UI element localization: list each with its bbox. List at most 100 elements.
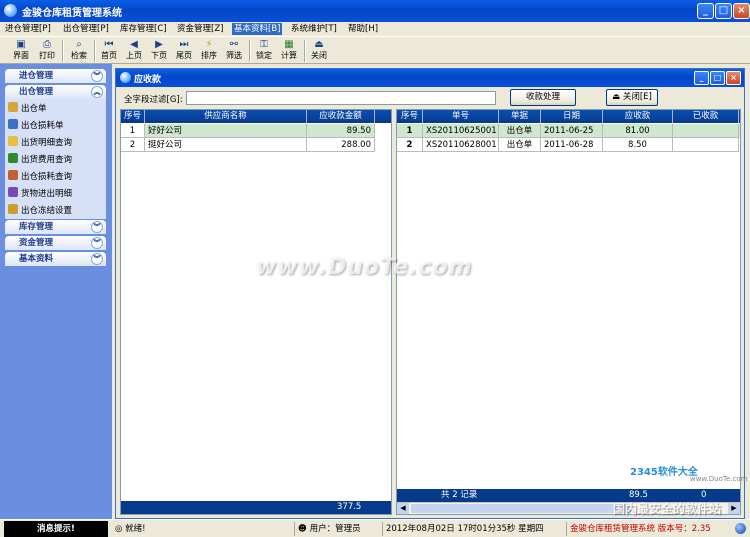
message-hint: 消息提示! [4, 521, 108, 537]
status-version: 金骏仓库租赁管理系统 版本号：2.35 [566, 522, 732, 536]
watermark-brand: 2345软件大全 [630, 467, 698, 478]
calculator-icon: ▦ [284, 39, 294, 50]
toolbar-window-button[interactable]: ▣ 界面 [8, 39, 34, 63]
sidebar-group-inventory[interactable]: 库存管理 ︾ [5, 220, 106, 234]
search-icon: ⌕ [76, 39, 82, 50]
report-icon [8, 170, 18, 180]
toolbar-lock-button[interactable]: ⚿ 锁定 [251, 39, 277, 63]
toolbar-search-button[interactable]: ⌕ 检索 [66, 39, 92, 63]
sidebar-item-loss-order[interactable]: 出仓损耗单 [8, 119, 64, 133]
toolbar-prev-button[interactable]: ◀ 上页 [121, 39, 147, 63]
chevron-up-icon: ︽ [91, 86, 103, 98]
filter-icon: ⚯ [229, 39, 239, 50]
close-door-icon: ⏏ [314, 39, 324, 50]
toolbar-print-button[interactable]: ⎙ 打印 [34, 39, 60, 63]
list-icon [8, 136, 18, 146]
last-page-icon: ⏭ [179, 39, 189, 50]
menu-system[interactable]: 系统维护[T] [289, 23, 339, 35]
close-button[interactable]: × [733, 3, 750, 19]
menu-help[interactable]: 帮助[H] [346, 23, 380, 35]
sidebar-group-basic-data[interactable]: 基本资料 ︾ [5, 252, 106, 266]
settings-icon [8, 204, 18, 214]
folder-icon [8, 102, 18, 112]
close-door-icon: ⏏ [612, 92, 621, 102]
printer-icon: ⎙ [43, 39, 51, 50]
sort-icon: ⚡ [205, 39, 213, 50]
watermark-tagline: 国内最安全的软件站 [613, 502, 722, 516]
supplier-grid: 序号 供应商名称 应收款金额 1 好好公司 89.50 2 挺好公司 288.0… [120, 109, 392, 515]
menu-inbound[interactable]: 进仓管理[P] [3, 23, 53, 35]
receivables-grid-header: 序号 单号 单据 日期 应收款 已收款 [397, 110, 740, 123]
status-user: ☻ 用户：管理员 [294, 522, 380, 536]
close-window-button[interactable]: ⏏ 关闭[E] [606, 89, 658, 106]
sidebar-item-detail-query[interactable]: 出货明细查询 [8, 136, 72, 150]
toolbar-last-button[interactable]: ⏭ 尾页 [171, 39, 197, 63]
window-icon: ▣ [16, 39, 26, 50]
child-minimize-button[interactable]: _ [694, 71, 709, 85]
toolbar-calc-button[interactable]: ▦ 计算 [276, 39, 302, 63]
minimize-button[interactable]: _ [697, 3, 714, 19]
toolbar-filter-button[interactable]: ⚯ 筛选 [221, 39, 247, 63]
menu-bar: 进仓管理[P] 出仓管理[P] 库存管理[C] 资金管理[Z] 基本资料[B] … [0, 22, 750, 36]
status-ready: ◎ 就绪! [115, 524, 146, 534]
supplier-total: 377.5 [337, 502, 362, 512]
next-page-icon: ▶ [155, 39, 163, 50]
globe-icon [735, 523, 746, 534]
maximize-button[interactable]: □ [715, 3, 732, 19]
scroll-right-icon[interactable]: ▶ [728, 503, 740, 514]
chevron-down-icon: ︾ [91, 253, 103, 265]
sidebar-group-outbound[interactable]: 出仓管理 ︽ [5, 85, 106, 99]
chevron-down-icon: ︾ [91, 237, 103, 249]
first-page-icon: ⏮ [104, 39, 114, 50]
sidebar-item-freeze-settings[interactable]: 出仓冻结设置 [8, 204, 72, 218]
table-row[interactable]: 2 XS20110628001 出仓单 2011-06-28 8.50 [397, 138, 740, 152]
app-title: 金骏仓库租赁管理系统 [22, 8, 122, 19]
info-icon: ◎ [115, 524, 123, 534]
table-row[interactable]: 1 XS20110625001 出仓单 2011-06-25 81.00 [397, 124, 740, 138]
menu-outbound[interactable]: 出仓管理[P] [61, 23, 111, 35]
receivables-grid: 序号 单号 单据 日期 应收款 已收款 1 XS20110625001 出仓单 … [396, 109, 741, 515]
child-maximize-button[interactable]: □ [710, 71, 725, 85]
table-row[interactable]: 1 好好公司 89.50 [121, 124, 391, 138]
menu-funds[interactable]: 资金管理[Z] [175, 23, 225, 35]
sidebar-item-loss-query[interactable]: 出仓损耗查询 [8, 170, 72, 184]
scroll-left-icon[interactable]: ◀ [397, 503, 409, 514]
sidebar-group-inbound[interactable]: 进仓管理 ︾ [5, 69, 106, 83]
sidebar-item-outbound-order[interactable]: 出仓单 [8, 102, 47, 116]
receive-payment-button[interactable]: 收款处理 [510, 89, 576, 106]
menu-basic-data[interactable]: 基本资料[B] [232, 23, 283, 35]
table-row[interactable]: 2 挺好公司 288.00 [121, 138, 391, 152]
sidebar-group-funds[interactable]: 资金管理 ︾ [5, 236, 106, 250]
status-datetime: 2012年08月02日 17时01分35秒 星期四 [382, 522, 564, 536]
record-count: 共 2 记录 [441, 490, 478, 500]
child-close-button[interactable]: × [726, 71, 741, 85]
document-icon [8, 119, 18, 129]
toolbar-sort-button[interactable]: ⚡ 排序 [196, 39, 222, 63]
toolbar-close-button[interactable]: ⏏ 关闭 [306, 39, 332, 63]
money-icon [8, 153, 18, 163]
toolbar-next-button[interactable]: ▶ 下页 [146, 39, 172, 63]
chevron-down-icon: ︾ [91, 221, 103, 233]
lock-icon: ⚿ [260, 39, 268, 50]
sidebar-outbound-list: 出仓单 出仓损耗单 出货明细查询 出货费用查询 出仓损耗查询 货物进出明细 出仓… [5, 99, 106, 219]
toolbar-first-button[interactable]: ⏮ 首页 [96, 39, 122, 63]
scroll-thumb[interactable] [411, 504, 631, 513]
user-icon: ☻ [298, 524, 307, 534]
sidebar-item-goods-detail[interactable]: 货物进出明细 [8, 187, 72, 201]
window-icon [120, 72, 131, 83]
status-bar: 消息提示! ◎ 就绪! ☻ 用户：管理员 2012年08月02日 17时01分3… [0, 519, 750, 537]
receivables-window: 应收款 _ □ × 全字段过滤[G]: 收款处理 ⏏ 关闭[E] 序号 供应商名… [115, 68, 748, 519]
supplier-grid-footer: 377.5 [121, 501, 391, 514]
filter-input[interactable] [186, 91, 496, 105]
chevron-down-icon: ︾ [91, 70, 103, 82]
toolbar: ▣ 界面 ⎙ 打印 ⌕ 检索 ⏮ 首页 ◀ 上页 ▶ 下页 ⏭ 尾页 ⚡ 排序 ⚯ 筛选 ⚿ 锁定 … [0, 36, 750, 64]
prev-page-icon: ◀ [130, 39, 138, 50]
filter-label: 全字段过滤[G]: [124, 95, 183, 105]
sidebar-item-fee-query[interactable]: 出货费用查询 [8, 153, 72, 167]
watermark-text: www.DuoTe.com [256, 255, 473, 280]
supplier-grid-header: 序号 供应商名称 应收款金额 [121, 110, 391, 123]
receivables-title-bar: 应收款 _ □ × [116, 69, 744, 87]
watermark-url: www.DuoTe.com [690, 475, 748, 483]
app-icon [4, 4, 17, 17]
menu-inventory[interactable]: 库存管理[C] [118, 23, 169, 35]
